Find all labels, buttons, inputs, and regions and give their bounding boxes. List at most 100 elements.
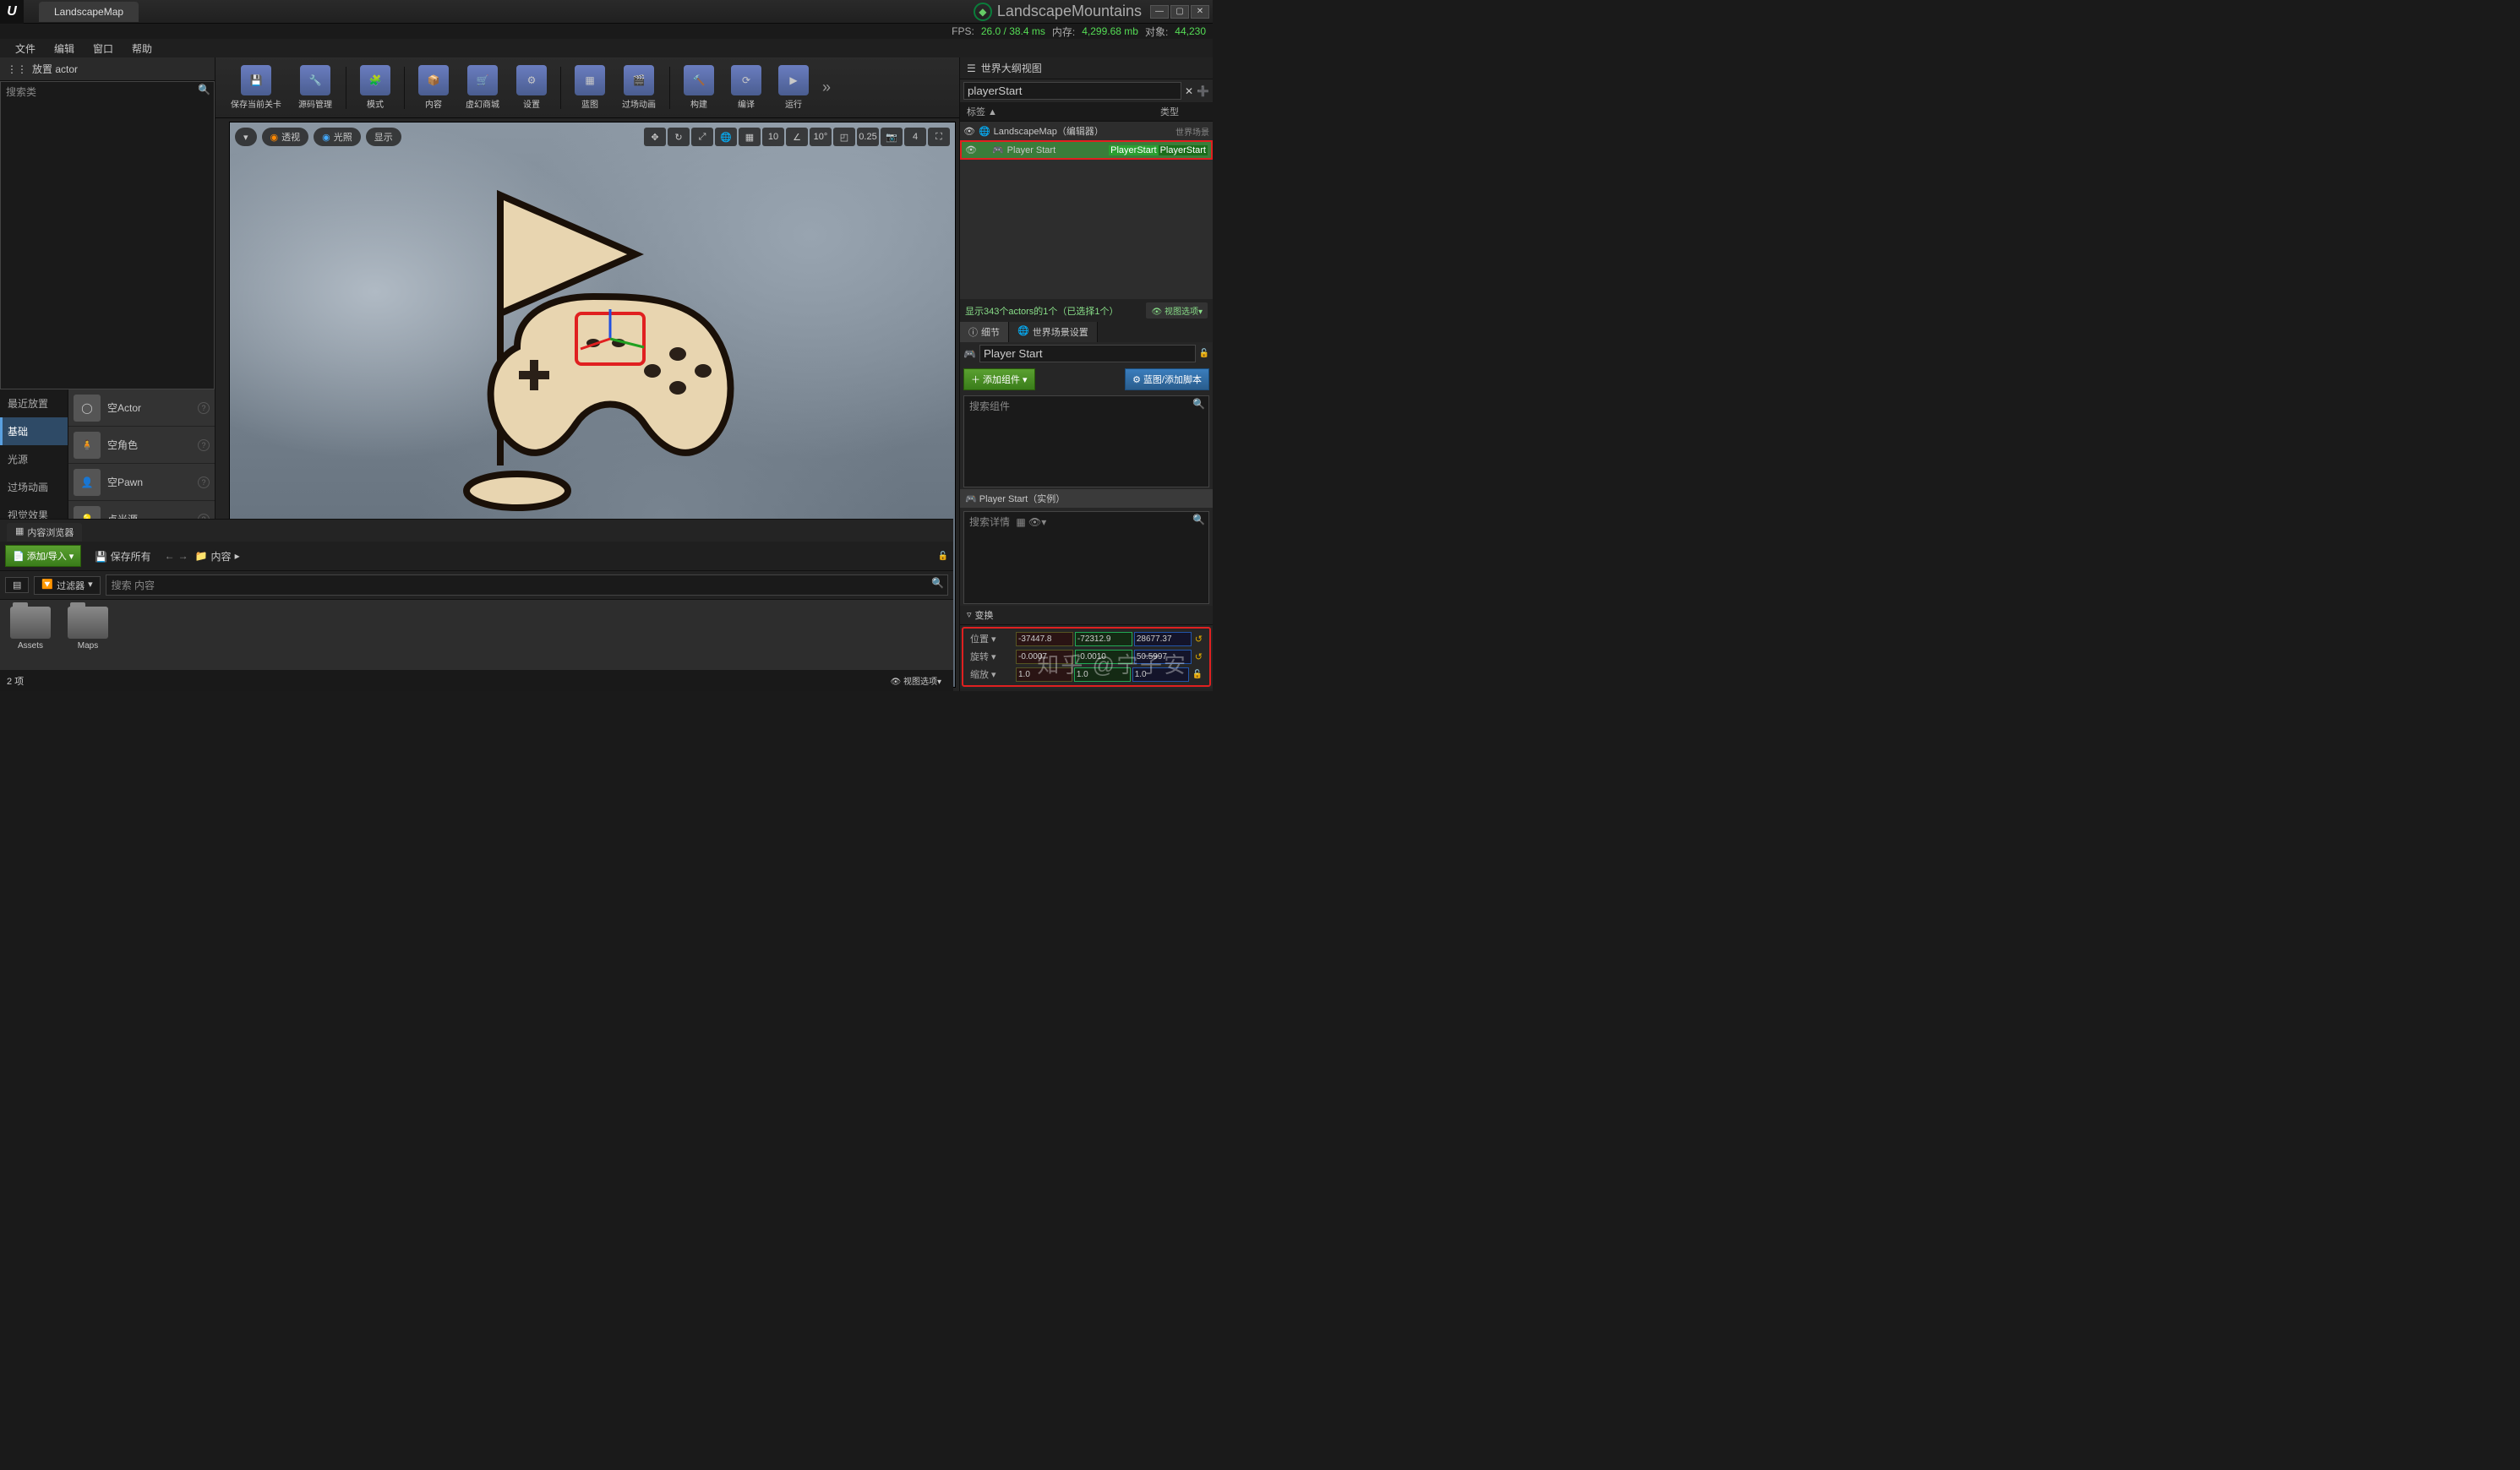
vp-world-icon[interactable]: 🌐 <box>715 128 737 146</box>
vp-rotate-icon[interactable]: ↻ <box>668 128 690 146</box>
lock-icon[interactable]: 🔓 <box>938 552 948 561</box>
outliner-viewoptions[interactable]: 👁 视图选项▾ <box>1146 302 1208 318</box>
outliner-col-type[interactable]: 类型 <box>1154 102 1213 121</box>
vp-snap-scale[interactable]: 0.25 <box>857 128 879 146</box>
player-start-actor[interactable] <box>407 144 762 525</box>
vp-scale-icon[interactable]: ⤢ <box>691 128 713 146</box>
maximize-button[interactable]: ▢ <box>1170 5 1189 19</box>
place-item[interactable]: 👤空Pawn? <box>68 464 215 501</box>
minimize-button[interactable]: — <box>1150 5 1169 19</box>
close-button[interactable]: ✕ <box>1191 5 1209 19</box>
project-badge[interactable]: ◆ <box>974 3 992 21</box>
vp-maximize-icon[interactable]: ⛶ <box>928 128 950 146</box>
tab-world-settings[interactable]: 🌐世界场景设置 <box>1009 322 1098 342</box>
place-cat-3[interactable]: 过场动画 <box>0 473 68 501</box>
toolbar-保存当前关卡[interactable]: 💾保存当前关卡 <box>224 63 288 112</box>
lock-icon[interactable]: 🔓 <box>1199 349 1209 358</box>
nav-back[interactable]: ← <box>165 550 175 562</box>
toolbar-蓝图[interactable]: ▦蓝图 <box>568 63 612 112</box>
vp-camspeed[interactable]: 4 <box>904 128 926 146</box>
section-object[interactable]: ▿ 对象 <box>960 689 1213 691</box>
help-icon[interactable]: ? <box>198 402 210 414</box>
place-item[interactable]: ◯空Actor? <box>68 389 215 427</box>
add-import-button[interactable]: 📄 添加/导入 ▾ <box>5 545 81 567</box>
help-icon[interactable]: ? <box>198 439 210 451</box>
toolbar-设置[interactable]: ⚙设置 <box>510 63 554 112</box>
place-search[interactable]: 搜索类 🔍 <box>0 81 215 389</box>
eye-icon[interactable]: 👁 <box>965 144 977 155</box>
menu-edit[interactable]: 编辑 <box>46 39 83 58</box>
folder-icon[interactable]: 📁 <box>195 550 208 562</box>
breadcrumb-content[interactable]: 内容 <box>211 549 232 564</box>
search-components[interactable]: 搜索组件🔍 <box>963 395 1209 487</box>
vp-snap-angle-icon[interactable]: ∠ <box>786 128 808 146</box>
place-cat-0[interactable]: 最近放置 <box>0 389 68 417</box>
actor-name-field[interactable] <box>979 345 1196 362</box>
eye-icon[interactable]: 👁 <box>963 126 975 137</box>
toolbar-模式[interactable]: 🧩模式 <box>353 63 397 112</box>
vp-snap-grid[interactable]: ▦ <box>739 128 761 146</box>
outliner-col-label[interactable]: 标签 ▲ <box>960 102 1154 121</box>
location-z[interactable] <box>1134 632 1192 646</box>
folder-Assets[interactable]: Assets <box>7 607 54 663</box>
toolbar-过场动画[interactable]: 🎬过场动画 <box>615 63 663 112</box>
menu-window[interactable]: 窗口 <box>85 39 122 58</box>
vp-camspeed-icon[interactable]: 📷 <box>881 128 903 146</box>
toolbar-编译[interactable]: ⟳编译 <box>724 63 768 112</box>
toolbar-内容[interactable]: 📦内容 <box>412 63 455 112</box>
filters-button[interactable]: 🔽 过滤器▾ <box>34 576 100 595</box>
vp-dropdown[interactable]: ▾ <box>235 128 257 146</box>
vp-show[interactable]: 显示 <box>366 128 401 146</box>
add-filter-icon[interactable]: ➕ <box>1197 85 1209 97</box>
location-y[interactable] <box>1075 632 1132 646</box>
search-details[interactable]: 搜索详情🔍 ▦ 👁▾ <box>963 511 1209 603</box>
scale-y[interactable] <box>1074 667 1131 682</box>
add-component-button[interactable]: ＋添加组件 ▾ <box>963 368 1035 390</box>
scale-z[interactable] <box>1132 667 1189 682</box>
clear-icon[interactable]: ✕ <box>1185 85 1193 97</box>
save-all-button[interactable]: 💾 保存所有 <box>88 546 157 567</box>
place-cat-2[interactable]: 光源 <box>0 445 68 473</box>
nav-fwd[interactable]: → <box>178 550 188 562</box>
reset-icon[interactable]: ↺ <box>1195 651 1203 662</box>
blueprint-button[interactable]: ⚙ 蓝图/添加脚本 <box>1125 368 1209 390</box>
folder-label: Assets <box>18 641 43 651</box>
toolbar-overflow[interactable]: » <box>819 79 834 96</box>
rotation-z[interactable] <box>1134 650 1192 664</box>
place-cat-1[interactable]: 基础 <box>0 417 68 445</box>
lock-scale-icon[interactable]: 🔓 <box>1192 670 1203 679</box>
reset-icon[interactable]: ↺ <box>1195 634 1203 645</box>
place-item[interactable]: 🧍空角色? <box>68 427 215 464</box>
toolbar-源码管理[interactable]: 🔧源码管理 <box>292 63 339 112</box>
rotation-x[interactable] <box>1016 650 1073 664</box>
menu-help[interactable]: 帮助 <box>123 39 161 58</box>
outliner-root-row[interactable]: 👁 🌐 LandscapeMap（编辑器） 世界场景 <box>960 122 1213 140</box>
toolbar-构建[interactable]: 🔨构建 <box>677 63 721 112</box>
content-browser-tab[interactable]: ▦内容浏览器 <box>7 523 82 542</box>
menu-file[interactable]: 文件 <box>7 39 44 58</box>
vp-snap-angle[interactable]: 10° <box>810 128 832 146</box>
vp-translate-icon[interactable]: ✥ <box>644 128 666 146</box>
folder-Maps[interactable]: Maps <box>64 607 112 663</box>
location-x[interactable] <box>1016 632 1073 646</box>
tab-details[interactable]: ⓘ细节 <box>960 322 1009 342</box>
rotation-y[interactable] <box>1075 650 1132 664</box>
cb-viewoptions[interactable]: 👁 视图选项▾ <box>885 672 946 689</box>
search-icon: 🔍 <box>1192 398 1205 410</box>
component-instance[interactable]: 🎮 Player Start（实例） <box>960 489 1213 508</box>
level-tab[interactable]: LandscapeMap <box>39 2 139 22</box>
scale-x[interactable] <box>1016 667 1072 682</box>
vp-snap-scale-icon[interactable]: ◰ <box>833 128 855 146</box>
outliner-search[interactable] <box>963 82 1181 100</box>
toolbar-运行[interactable]: ▶运行 <box>772 63 815 112</box>
content-search[interactable]: 搜索 内容🔍 <box>106 574 948 596</box>
vp-lit[interactable]: ◉光照 <box>314 128 361 146</box>
expand-sources[interactable]: ▤ <box>5 577 29 593</box>
section-transform[interactable]: ▿ 变换 <box>960 606 1213 625</box>
vp-snap-grid-value[interactable]: 10 <box>762 128 784 146</box>
grid-icon: ▦ <box>15 525 24 539</box>
toolbar-虚幻商城[interactable]: 🛒虚幻商城 <box>459 63 506 112</box>
help-icon[interactable]: ? <box>198 476 210 488</box>
vp-perspective[interactable]: ◉透视 <box>262 128 309 146</box>
outliner-playerstart-row[interactable]: 👁 🎮 Player Start PlayerStartPlayerStart <box>960 140 1213 160</box>
